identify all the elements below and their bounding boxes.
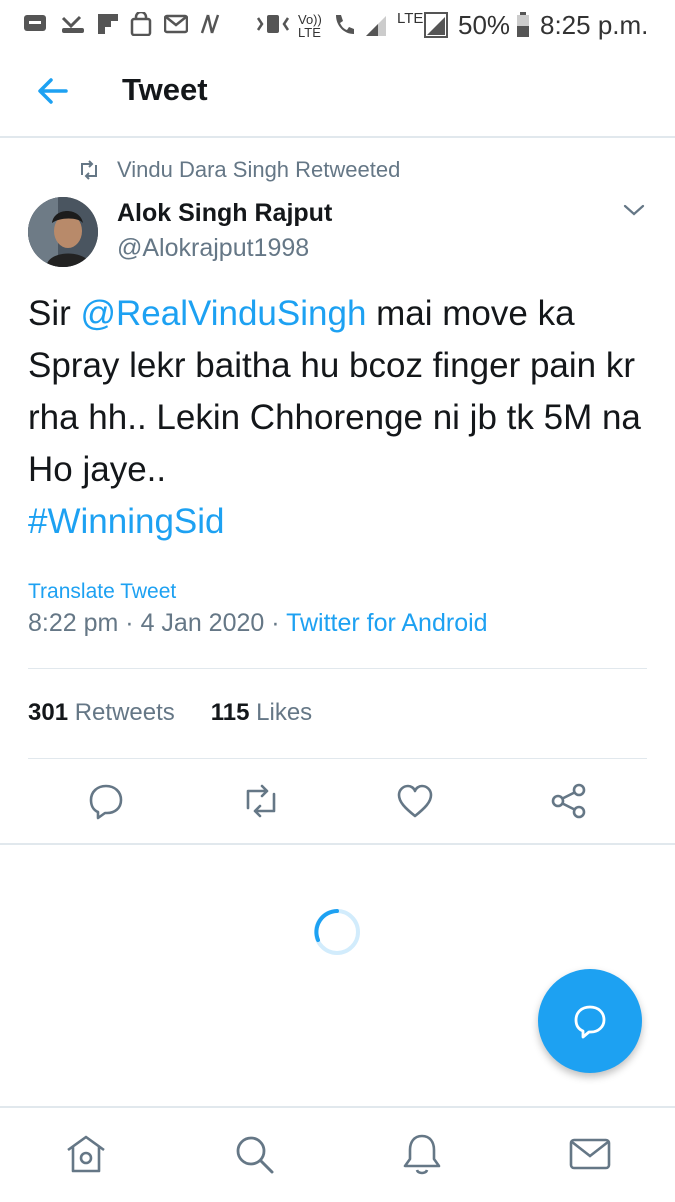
translate-tweet-link[interactable]: Translate Tweet (28, 580, 176, 604)
divider (28, 758, 647, 759)
likes-count: 115 (210, 699, 250, 726)
page-title: Tweet (122, 72, 208, 107)
divider (28, 668, 647, 669)
likes-label: Likes (256, 699, 313, 726)
author-name[interactable]: Alok Singh Rajput (117, 199, 332, 228)
arrow-left-icon[interactable] (36, 76, 70, 106)
app-header: Tweet (0, 50, 675, 138)
tweet-text: Sir @RealVinduSingh mai move ka Spray le… (28, 288, 653, 548)
heart-icon[interactable] (395, 781, 435, 821)
chevron-down-icon[interactable] (622, 202, 646, 218)
share-icon[interactable] (549, 781, 589, 821)
shopping-bag-icon (130, 12, 152, 36)
messages-icon[interactable] (568, 1132, 612, 1176)
nfc-icon (200, 14, 220, 34)
missed-call-icon (61, 15, 84, 33)
tweet-date: 4 Jan 2020 (140, 609, 265, 637)
bottom-navigation (0, 1106, 675, 1202)
meta-separator: · (125, 609, 134, 637)
tweet-text-prefix: Sir (28, 294, 81, 333)
tweet-meta: 8:22 pm · 4 Jan 2020 · Twitter for Andro… (28, 609, 488, 638)
likes-stat[interactable]: 115 Likes (211, 699, 312, 726)
mention-link[interactable]: @RealVinduSingh (81, 294, 367, 333)
retweeted-by-label: Vindu Dara Singh Retweeted (117, 157, 401, 182)
avatar[interactable] (28, 197, 98, 267)
loading-spinner-icon (314, 909, 360, 955)
compose-reply-button[interactable] (538, 969, 642, 1073)
clock: 8:25 p.m. (540, 10, 649, 40)
home-icon[interactable] (64, 1132, 108, 1176)
signal-strength-icon-2 (424, 12, 448, 38)
battery-icon (517, 12, 529, 37)
retweets-count: 301 (28, 699, 69, 726)
message-icon (24, 15, 46, 31)
lte-indicator: LTE (397, 10, 424, 27)
status-bar: Vo)) LTE LTE 50% 8:25 p.m. (0, 0, 675, 50)
vibrate-icon (256, 15, 290, 33)
tweet-time: 8:22 pm (28, 609, 119, 637)
author-handle[interactable]: @Alokrajput1998 (117, 234, 309, 263)
retweet-indicator-icon (81, 160, 97, 180)
hashtag-link[interactable]: #WinningSid (28, 502, 225, 541)
tweet-source-link[interactable]: Twitter for Android (286, 609, 487, 637)
signal-strength-icon (366, 16, 386, 36)
mail-icon (164, 14, 188, 34)
section-divider (0, 843, 675, 845)
search-icon[interactable] (232, 1132, 276, 1176)
notifications-icon[interactable] (400, 1132, 444, 1176)
compose-reply-icon (574, 1005, 606, 1039)
volte-indicator: Vo)) LTE (298, 12, 322, 40)
retweets-label: Retweets (74, 699, 175, 726)
retweets-stat[interactable]: 301 Retweets (28, 699, 175, 726)
meta-separator-2: · (271, 609, 280, 637)
battery-percent: 50% (458, 10, 511, 40)
phone-wifi-icon (336, 15, 354, 34)
retweet-icon[interactable] (241, 781, 281, 821)
reply-icon[interactable] (86, 781, 126, 821)
flipboard-icon (98, 14, 118, 34)
tweet-stats: 301 Retweets 115 Likes (28, 699, 312, 727)
